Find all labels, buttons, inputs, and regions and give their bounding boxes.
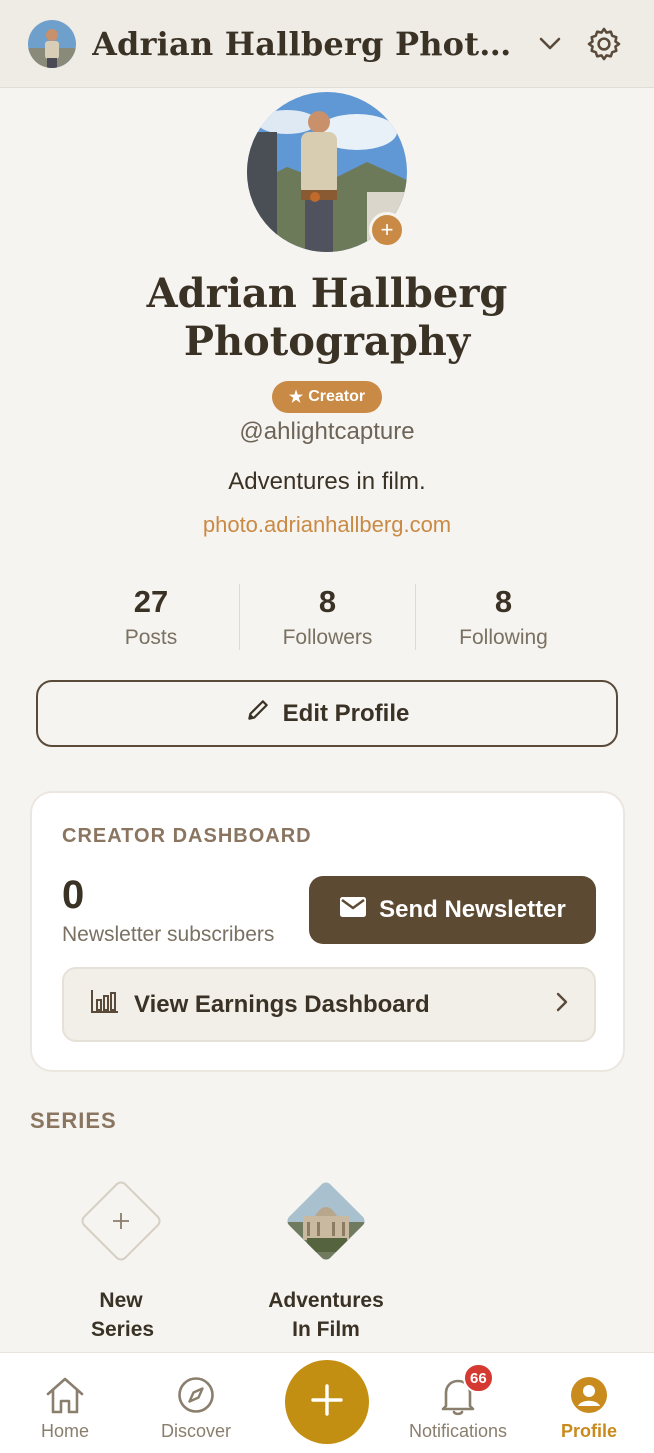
- profile-bio: Adventures in film.: [228, 468, 426, 495]
- creator-dashboard-card: CREATOR DASHBOARD 0 Newsletter subscribe…: [30, 791, 625, 1072]
- bottom-navigation: Home Discover 66 Notifications Profile: [0, 1352, 654, 1453]
- nav-profile[interactable]: Profile: [524, 1373, 654, 1442]
- creator-badge: ★ Creator: [272, 381, 382, 413]
- send-newsletter-button[interactable]: Send Newsletter: [309, 876, 596, 944]
- nav-label: Notifications: [408, 1421, 508, 1441]
- series-heading: SERIES: [30, 1108, 117, 1133]
- nav-label: Home: [40, 1421, 89, 1441]
- notification-count-badge: 66: [463, 1363, 494, 1393]
- series-thumbnail: [277, 1172, 375, 1270]
- chevron-down-icon[interactable]: [536, 30, 564, 58]
- edit-profile-button[interactable]: Edit Profile: [36, 680, 618, 747]
- compass-icon: [131, 1373, 261, 1417]
- add-photo-button[interactable]: +: [369, 212, 405, 248]
- header-avatar[interactable]: [28, 19, 76, 68]
- nav-discover[interactable]: Discover: [131, 1373, 261, 1442]
- chevron-right-icon: [556, 991, 568, 1019]
- plus-icon: [72, 1172, 170, 1270]
- subscriber-label: Newsletter subscribers: [62, 923, 275, 946]
- gear-icon[interactable]: [584, 24, 624, 64]
- profile-photo-container: +: [247, 92, 407, 252]
- profile-stats: 27 Posts 8 Followers 8 Following: [63, 584, 591, 650]
- send-newsletter-label: Send Newsletter: [379, 896, 566, 923]
- home-icon: [0, 1373, 130, 1417]
- profile-name: Adrian Hallberg Photography: [146, 270, 508, 365]
- profile-handle: @ahlightcapture: [239, 418, 415, 445]
- plus-icon: [309, 1382, 345, 1423]
- stat-value: 8: [318, 584, 337, 619]
- stat-label: Posts: [124, 626, 178, 649]
- nav-label: Profile: [560, 1421, 617, 1441]
- stat-label: Following: [459, 626, 548, 649]
- series-adventures-in-film[interactable]: Adventures In Film: [241, 1172, 411, 1344]
- subscriber-count: 0: [62, 873, 85, 917]
- star-icon: ★: [288, 389, 304, 406]
- stat-value: 8: [494, 584, 513, 619]
- stat-label: Followers: [282, 626, 373, 649]
- stat-posts[interactable]: 27 Posts: [63, 584, 239, 650]
- header-title[interactable]: Adrian Hallberg Photography: [92, 25, 522, 63]
- series-label: New Series: [91, 1289, 155, 1341]
- bell-icon: 66: [393, 1363, 523, 1417]
- new-series-button[interactable]: New Series: [36, 1172, 206, 1344]
- nav-home[interactable]: Home: [0, 1373, 130, 1442]
- mail-icon: [339, 896, 367, 925]
- profile-website-link[interactable]: photo.adrianhallberg.com: [0, 512, 654, 538]
- view-earnings-button[interactable]: View Earnings Dashboard: [62, 967, 596, 1042]
- dashboard-title: CREATOR DASHBOARD: [62, 825, 312, 847]
- edit-profile-label: Edit Profile: [282, 699, 410, 727]
- stat-followers[interactable]: 8 Followers: [239, 584, 415, 650]
- stat-following[interactable]: 8 Following: [415, 584, 591, 650]
- top-bar: Adrian Hallberg Photography: [0, 0, 654, 88]
- bar-chart-icon: [90, 988, 120, 1021]
- user-circle-icon: [524, 1373, 654, 1417]
- nav-notifications[interactable]: 66 Notifications: [393, 1363, 523, 1442]
- create-post-button[interactable]: [285, 1360, 369, 1444]
- stat-value: 27: [133, 584, 169, 619]
- nav-label: Discover: [160, 1421, 231, 1441]
- view-earnings-label: View Earnings Dashboard: [134, 990, 430, 1018]
- pencil-icon: [245, 697, 271, 730]
- creator-badge-label: Creator: [308, 388, 366, 405]
- series-label: Adventures In Film: [268, 1289, 384, 1341]
